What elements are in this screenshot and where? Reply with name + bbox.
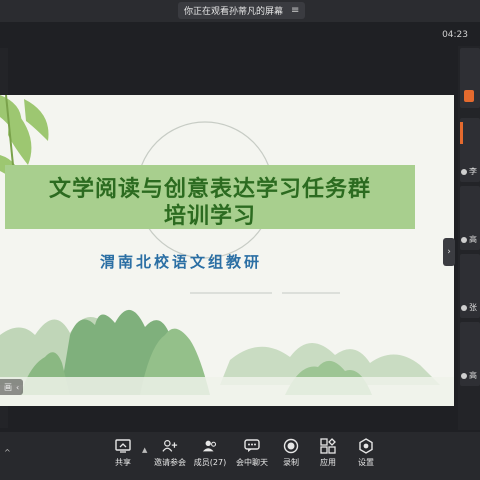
- gear-icon: [358, 438, 374, 454]
- share-button[interactable]: 共享: [100, 438, 146, 468]
- slide-subtitle: 渭南北校语文组教研: [100, 253, 263, 271]
- mic-icon: [461, 168, 467, 175]
- speaking-indicator: [460, 122, 463, 144]
- participant-name: 李: [469, 167, 477, 176]
- slide-title-line2: 培训学习: [163, 204, 256, 229]
- page-control-label: 画: [4, 382, 12, 392]
- participant-tile[interactable]: 李: [460, 118, 480, 182]
- chat-label: 会中聊天: [236, 458, 268, 467]
- members-icon: [202, 438, 218, 454]
- participant-name: 高: [469, 371, 477, 380]
- participant-tile-active[interactable]: [460, 48, 480, 108]
- apps-icon: [320, 438, 336, 454]
- members-label: 成员(27): [193, 458, 227, 467]
- viewing-notice-text: 你正在观看孙蒂凡的屏幕: [184, 7, 284, 17]
- settings-button[interactable]: 设置: [343, 438, 389, 468]
- apps-label: 应用: [320, 458, 336, 467]
- share-label: 共享: [115, 458, 131, 467]
- participant-tile[interactable]: 高: [460, 186, 480, 250]
- participant-tile[interactable]: 张: [460, 254, 480, 318]
- participant-name: 张: [469, 303, 477, 312]
- participant-name: 高: [469, 235, 477, 244]
- sub-bar: [0, 26, 480, 46]
- invite-label: 邀请参会: [154, 458, 186, 467]
- record-icon: [283, 438, 299, 454]
- slide-title-box: 文学阅读与创意表达学习任务群 培训学习: [5, 165, 415, 229]
- shared-screen: 文学阅读与创意表达学习任务群 培训学习 渭南北校语文组教研 画 ‹: [0, 95, 454, 406]
- chevron-left-icon[interactable]: ‹: [16, 383, 19, 392]
- viewing-notice[interactable]: 你正在观看孙蒂凡的屏幕 ≡: [178, 2, 306, 19]
- mic-icon: [461, 372, 467, 379]
- menu-icon[interactable]: ≡: [291, 5, 299, 16]
- chat-icon: [244, 438, 260, 454]
- participant-tile[interactable]: 高: [460, 322, 480, 386]
- page-control[interactable]: 画 ‹: [0, 379, 24, 395]
- meeting-timer: 04:23: [442, 30, 468, 40]
- chevron-up-icon[interactable]: ^: [4, 448, 11, 457]
- chevron-right-icon[interactable]: ›: [443, 238, 455, 266]
- add-user-icon: [162, 438, 178, 454]
- members-button[interactable]: 成员(27): [187, 438, 233, 468]
- settings-label: 设置: [358, 458, 374, 467]
- person-icon: [464, 90, 474, 102]
- mic-icon: [461, 304, 467, 311]
- share-screen-icon: [115, 438, 131, 454]
- mic-icon: [461, 236, 467, 243]
- record-label: 录制: [283, 458, 299, 467]
